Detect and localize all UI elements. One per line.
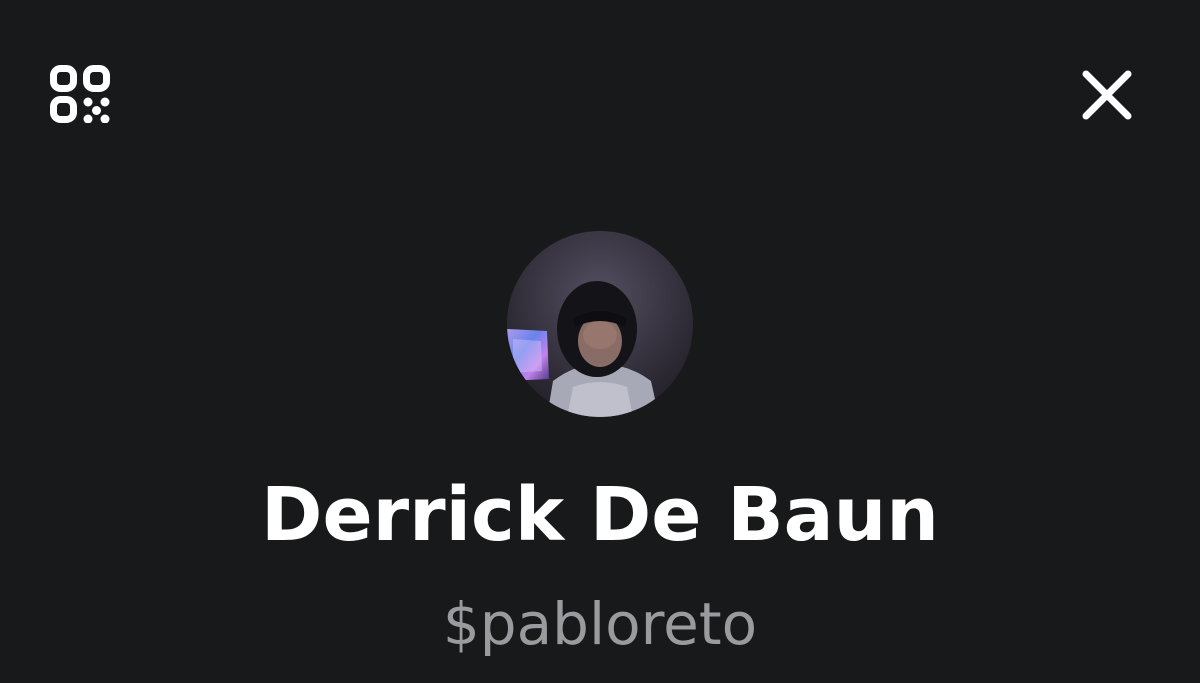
close-icon: [1082, 70, 1132, 120]
cashtag: $pabloreto: [442, 590, 758, 658]
avatar: [507, 231, 693, 417]
close-button[interactable]: [1080, 68, 1134, 122]
qr-code-icon: [50, 65, 110, 123]
display-name: Derrick De Baun: [261, 472, 939, 558]
profile-photo: [507, 231, 693, 417]
qr-code-button[interactable]: [50, 65, 112, 123]
